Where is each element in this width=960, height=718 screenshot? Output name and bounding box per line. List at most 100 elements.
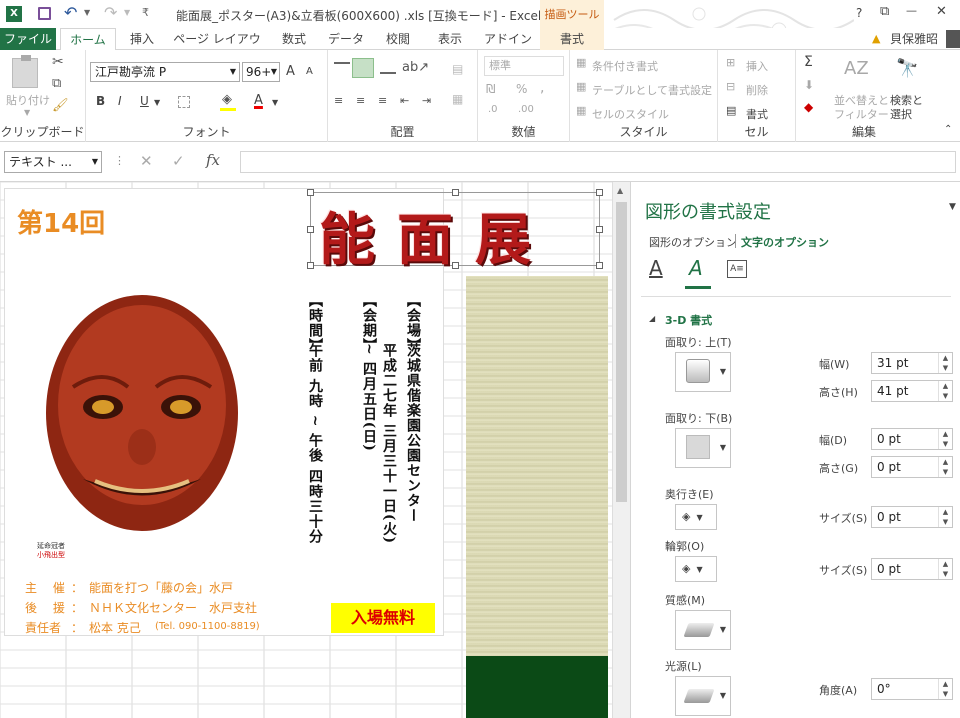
scroll-up-icon[interactable]: ▲ <box>617 186 623 195</box>
angle-spinner[interactable]: ▲ ▼ <box>938 679 952 699</box>
tab-page-layout[interactable]: ページ レイアウト <box>172 28 262 68</box>
tab-shape-options[interactable]: 図形のオプション <box>649 234 737 250</box>
resize-handle-nw[interactable] <box>307 189 314 196</box>
bevel-bottom-width-input[interactable]: 0 pt ▲ ▼ <box>871 428 953 450</box>
currency-icon[interactable]: ₪ <box>486 82 495 96</box>
bevel-top-height-input[interactable]: 41 pt ▲ ▼ <box>871 380 953 402</box>
tab-view[interactable]: 表示 <box>428 28 472 50</box>
bevel-top-button[interactable]: ▼ <box>675 352 731 392</box>
underline-button[interactable]: U <box>140 94 149 108</box>
insert-cells-button[interactable]: 挿入 <box>746 58 768 74</box>
collapse-ribbon-icon[interactable]: ⌃ <box>944 124 952 135</box>
number-format-select[interactable]: 標準 <box>484 56 564 76</box>
bevel-bottom-button[interactable]: ▼ <box>675 428 731 468</box>
align-middle-icon[interactable] <box>352 58 374 78</box>
font-size-select[interactable]: 96+ ▼ <box>242 62 280 82</box>
bevel-bottom-height-spinner[interactable]: ▲ ▼ <box>938 457 952 477</box>
fill-icon[interactable]: ⬇ <box>804 78 814 92</box>
underline-dropdown-icon[interactable]: ▼ <box>154 98 160 107</box>
resize-handle-se[interactable] <box>596 262 603 269</box>
depth-color-button[interactable]: ◈ ▼ <box>675 504 717 530</box>
save-icon[interactable] <box>38 7 51 20</box>
grow-font-button[interactable]: A <box>286 64 295 79</box>
contour-size-spinner[interactable]: ▲ ▼ <box>938 559 952 579</box>
insert-function-button[interactable]: fx <box>206 151 220 169</box>
resize-handle-sw[interactable] <box>307 262 314 269</box>
excel-icon[interactable]: X <box>6 6 22 22</box>
paste-dropdown-icon[interactable]: ▼ <box>24 108 30 117</box>
contour-size-input[interactable]: 0 pt ▲ ▼ <box>871 558 953 580</box>
tab-formulas[interactable]: 数式 <box>272 28 316 50</box>
material-button[interactable]: ▼ <box>675 610 731 650</box>
tab-format[interactable]: 書式 <box>540 28 604 50</box>
percent-button[interactable]: % <box>516 82 527 96</box>
align-center-icon[interactable]: ≡ <box>356 94 365 107</box>
noh-mask-image[interactable] <box>33 287 251 539</box>
text-fill-outline-icon[interactable]: A <box>649 256 663 280</box>
wrap-text-icon[interactable]: ▤ <box>452 62 463 76</box>
pane-options-icon[interactable]: ▼ <box>949 202 956 212</box>
increase-decimal-icon[interactable]: .0 <box>488 104 498 115</box>
resize-handle-w[interactable] <box>307 226 314 233</box>
format-cells-button[interactable]: 書式 <box>746 106 768 122</box>
user-avatar[interactable] <box>946 30 960 48</box>
tatami-image[interactable] <box>466 276 608 656</box>
delete-cells-button[interactable]: 削除 <box>746 82 768 98</box>
tab-data[interactable]: データ <box>324 28 368 50</box>
italic-button[interactable]: I <box>118 94 122 108</box>
vertical-scrollbar[interactable]: ▲ <box>612 182 630 718</box>
scroll-thumb[interactable] <box>616 202 627 502</box>
user-name[interactable]: 貝保雅昭 <box>886 28 942 50</box>
title-wordart[interactable]: 能面展 <box>307 189 603 273</box>
format-painter-icon[interactable]: 🖌 <box>52 98 69 113</box>
align-left-icon[interactable]: ≡ <box>334 94 343 107</box>
conditional-format-button[interactable]: 条件付き書式 <box>592 58 658 74</box>
help-button[interactable]: ? <box>856 6 862 20</box>
resize-handle-e[interactable] <box>596 226 603 233</box>
text-effects-icon[interactable]: A <box>689 256 703 280</box>
paste-icon[interactable] <box>12 55 38 88</box>
textbox-icon[interactable]: A≡ <box>727 260 747 278</box>
redo-dropdown-icon[interactable]: ▼ <box>124 8 130 17</box>
customize-quick-access-icon[interactable]: ₹ <box>142 6 149 19</box>
font-color-dropdown-icon[interactable]: ▼ <box>272 98 278 107</box>
resize-handle-n[interactable] <box>452 189 459 196</box>
clear-icon[interactable]: ◆ <box>804 100 813 114</box>
enter-formula-button[interactable]: ✓ <box>172 152 185 170</box>
worksheet[interactable]: 第14回 延命冠者 小飛出型 【会場】 茨城県偕楽園公園センター 【会期】 平成… <box>0 182 612 718</box>
formula-input[interactable] <box>240 151 956 173</box>
copy-icon[interactable]: ⧉ <box>52 76 61 91</box>
ribbon-display-options-icon[interactable]: ⧉ <box>880 4 889 19</box>
bevel-bottom-width-spinner[interactable]: ▲ ▼ <box>938 429 952 449</box>
close-button[interactable]: ✕ <box>936 4 947 19</box>
lighting-button[interactable]: ▼ <box>675 676 731 716</box>
tab-file[interactable]: ファイル <box>0 28 56 50</box>
paste-button[interactable]: 貼り付け <box>6 92 50 108</box>
borders-icon[interactable] <box>178 96 190 108</box>
format-as-table-button[interactable]: テーブルとして書式設定 <box>592 82 712 98</box>
redo-icon[interactable]: ↷ <box>104 3 117 22</box>
resize-handle-s[interactable] <box>452 262 459 269</box>
section-3d-format[interactable]: 3-D 書式 <box>665 312 712 328</box>
bevel-top-width-spinner[interactable]: ▲ ▼ <box>938 353 952 373</box>
bold-button[interactable]: B <box>96 94 105 108</box>
depth-size-spinner[interactable]: ▲ ▼ <box>938 507 952 527</box>
autosum-icon[interactable]: Σ <box>804 54 813 70</box>
tab-insert[interactable]: 挿入 <box>120 28 164 50</box>
shrink-font-button[interactable]: A <box>306 66 313 77</box>
cancel-formula-button[interactable]: ✕ <box>140 152 153 170</box>
collapse-3d-icon[interactable]: ◢ <box>649 314 655 323</box>
undo-icon[interactable]: ↶ <box>64 3 77 22</box>
tab-home[interactable]: ホーム <box>60 28 116 51</box>
bevel-bottom-height-input[interactable]: 0 pt ▲ ▼ <box>871 456 953 478</box>
merge-center-icon[interactable]: ▦ <box>452 92 463 106</box>
tab-addins[interactable]: アドイン <box>480 28 536 50</box>
increase-indent-icon[interactable]: ⇥ <box>422 94 431 107</box>
align-right-icon[interactable]: ≡ <box>378 94 387 107</box>
depth-size-input[interactable]: 0 pt ▲ ▼ <box>871 506 953 528</box>
orientation-icon[interactable]: ab↗ <box>402 60 429 75</box>
contour-color-button[interactable]: ◈ ▼ <box>675 556 717 582</box>
fill-color-icon[interactable]: ◈ <box>222 92 232 107</box>
angle-input[interactable]: 0° ▲ ▼ <box>871 678 953 700</box>
align-bottom-icon[interactable] <box>380 62 396 74</box>
